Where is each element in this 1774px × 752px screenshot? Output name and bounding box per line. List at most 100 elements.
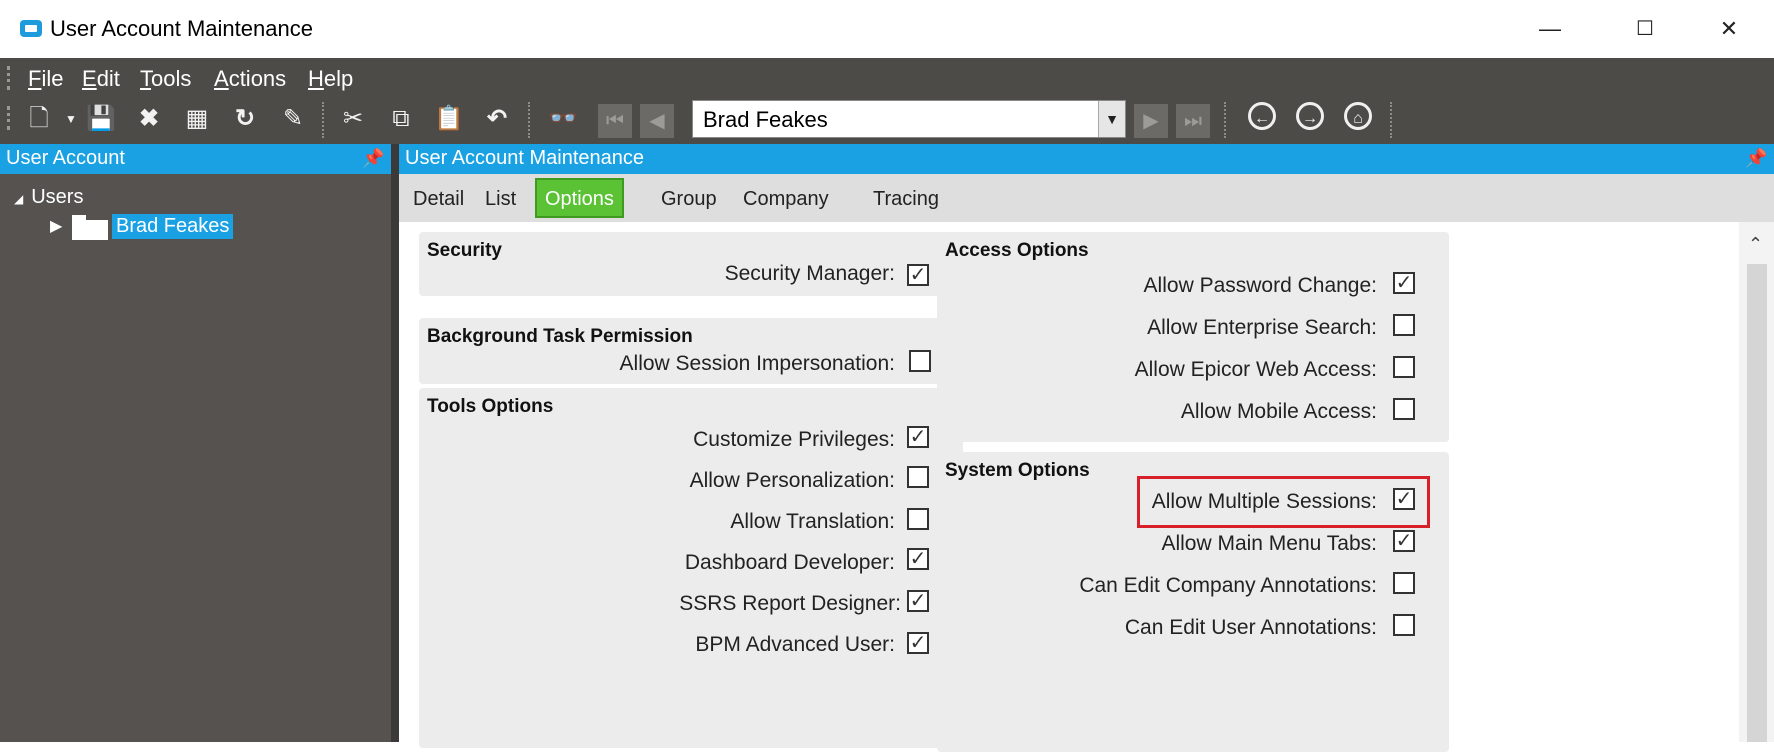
copy-icon[interactable]: ⧉ [386, 104, 416, 134]
allow-epicor-web-access-checkbox[interactable] [1393, 356, 1415, 378]
ssrs-report-designer-checkbox[interactable]: ✓ [907, 590, 929, 612]
next-record-button[interactable]: ▶ [1134, 104, 1168, 138]
last-record-button[interactable]: ⏭ [1176, 104, 1210, 138]
background-task-group: Background Task Permission Allow Session… [419, 318, 963, 384]
allow-main-menu-tabs-checkbox[interactable]: ✓ [1393, 530, 1415, 552]
dashboard-developer-checkbox[interactable]: ✓ [907, 548, 929, 570]
tab-list[interactable]: List [485, 188, 516, 211]
tab-strip: Detail List Options Group Company Tracin… [399, 174, 1774, 222]
menu-actions[interactable]: Actions [214, 66, 286, 92]
menu-edit[interactable]: Edit [82, 66, 120, 92]
option-label: Allow Epicor Web Access: [1134, 358, 1377, 381]
tree-panel-title: User Account [6, 147, 125, 169]
security-group: Security Security Manager: ✓ [419, 232, 963, 296]
option-label: Allow Mobile Access: [1180, 400, 1377, 423]
undo-icon[interactable]: ↶ [482, 104, 512, 134]
option-label: Allow Translation: [730, 510, 895, 533]
back-arrow-icon[interactable]: ← [1248, 102, 1276, 130]
maximize-button[interactable]: ☐ [1620, 10, 1670, 48]
scroll-thumb[interactable] [1747, 264, 1767, 742]
search-binoculars-icon[interactable]: 👓 [548, 104, 578, 134]
menu-bar: File Edit Tools Actions Help [0, 58, 1774, 96]
main-panel-header: User Account Maintenance 📌 [399, 144, 1774, 174]
previous-record-button[interactable]: ◀ [640, 104, 674, 138]
first-record-button[interactable]: ⏮ [598, 104, 632, 138]
can-edit-company-annotations-checkbox[interactable] [1393, 572, 1415, 594]
group-title: Security [427, 240, 502, 261]
option-label: Allow Password Change: [1143, 274, 1377, 297]
allow-enterprise-search-checkbox[interactable] [1393, 314, 1415, 336]
allow-translation-checkbox[interactable] [907, 508, 929, 530]
vertical-scrollbar[interactable]: ⌃ [1739, 222, 1774, 742]
chevron-down-icon[interactable]: ▼ [1098, 101, 1125, 137]
tree-panel: User Account 📌 ◢ Users ▶ Brad Feakes [0, 144, 391, 742]
new-icon[interactable]: 🗋 [24, 104, 54, 134]
toolbar-grip [7, 106, 13, 130]
tab-detail[interactable]: Detail [413, 188, 464, 211]
main-panel-title: User Account Maintenance [405, 147, 645, 169]
option-label: BPM Advanced User: [695, 633, 895, 656]
highlight-box [1137, 476, 1430, 528]
allow-personalization-checkbox[interactable] [907, 466, 929, 488]
bpm-advanced-user-checkbox[interactable]: ✓ [907, 632, 929, 654]
menu-help[interactable]: Help [308, 66, 353, 92]
window-title: User Account Maintenance [50, 16, 313, 41]
scroll-up-icon[interactable]: ⌃ [1748, 234, 1763, 255]
expand-icon[interactable]: ▶ [50, 216, 62, 236]
cut-icon[interactable]: ✂ [338, 104, 368, 134]
tree-root-users[interactable]: ◢ Users [14, 186, 83, 209]
record-selector-combo[interactable]: Brad Feakes ▼ [692, 100, 1126, 138]
app-icon [20, 20, 42, 37]
security-manager-checkbox[interactable]: ✓ [907, 264, 929, 286]
close-button[interactable]: ✕ [1704, 10, 1754, 48]
tools-options-group: Tools Options Customize Privileges: ✓ Al… [419, 388, 963, 748]
option-label: Allow Enterprise Search: [1147, 316, 1377, 339]
tab-company[interactable]: Company [743, 188, 829, 211]
group-title: Access Options [945, 240, 1089, 261]
customize-privileges-checkbox[interactable]: ✓ [907, 426, 929, 448]
refresh-icon[interactable]: ↻ [230, 104, 260, 134]
folder-icon [72, 215, 108, 240]
tree-panel-header: User Account 📌 [0, 144, 391, 174]
collapse-icon[interactable]: ◢ [14, 192, 23, 206]
tab-tracing[interactable]: Tracing [873, 188, 939, 211]
tab-options[interactable]: Options [535, 178, 624, 218]
minimize-button[interactable]: — [1525, 10, 1575, 48]
tree-node-label[interactable]: Brad Feakes [112, 214, 234, 239]
access-options-group: Access Options Allow Password Change: ✓ … [937, 232, 1449, 442]
menu-tools[interactable]: Tools [140, 66, 191, 92]
option-label: SSRS Report Designer: [679, 592, 901, 615]
paste-icon[interactable]: 📋 [434, 104, 464, 134]
option-label: Can Edit Company Annotations: [1079, 574, 1377, 597]
pin-icon[interactable]: 📌 [362, 148, 384, 169]
group-title: Tools Options [427, 396, 554, 417]
option-label: Customize Privileges: [693, 428, 895, 451]
toolbar-separator [322, 102, 326, 138]
allow-mobile-access-checkbox[interactable] [1393, 398, 1415, 420]
tab-group[interactable]: Group [661, 188, 717, 211]
paint-brush-icon[interactable]: ✎ [278, 104, 308, 134]
option-label: Security Manager: [724, 262, 895, 285]
home-icon[interactable]: ⌂ [1344, 102, 1372, 130]
menu-grip [7, 66, 13, 90]
allow-password-change-checkbox[interactable]: ✓ [1393, 272, 1415, 294]
can-edit-user-annotations-checkbox[interactable] [1393, 614, 1415, 636]
pane-splitter[interactable] [391, 144, 399, 742]
new-dropdown-icon[interactable]: ▼ [56, 104, 86, 134]
allow-session-impersonation-checkbox[interactable] [909, 350, 931, 372]
option-label: Dashboard Developer: [684, 551, 895, 574]
options-content: Security Security Manager: ✓ Background … [399, 222, 1739, 752]
save-icon[interactable]: 💾 [86, 104, 116, 134]
option-label: Can Edit User Annotations: [1124, 616, 1377, 639]
forward-arrow-icon[interactable]: → [1296, 102, 1324, 130]
clear-icon[interactable]: ▦ [182, 104, 212, 134]
pin-icon[interactable]: 📌 [1745, 148, 1767, 169]
title-bar: User Account Maintenance — ☐ ✕ [0, 0, 1774, 58]
menu-file[interactable]: File [28, 66, 63, 92]
main-panel: User Account Maintenance 📌 Detail List O… [399, 144, 1774, 752]
group-title: System Options [945, 460, 1090, 481]
toolbar-separator [1224, 102, 1228, 138]
group-title: Background Task Permission [427, 326, 693, 347]
option-label: Allow Session Impersonation: [619, 352, 895, 375]
delete-icon[interactable]: ✖ [134, 104, 164, 134]
